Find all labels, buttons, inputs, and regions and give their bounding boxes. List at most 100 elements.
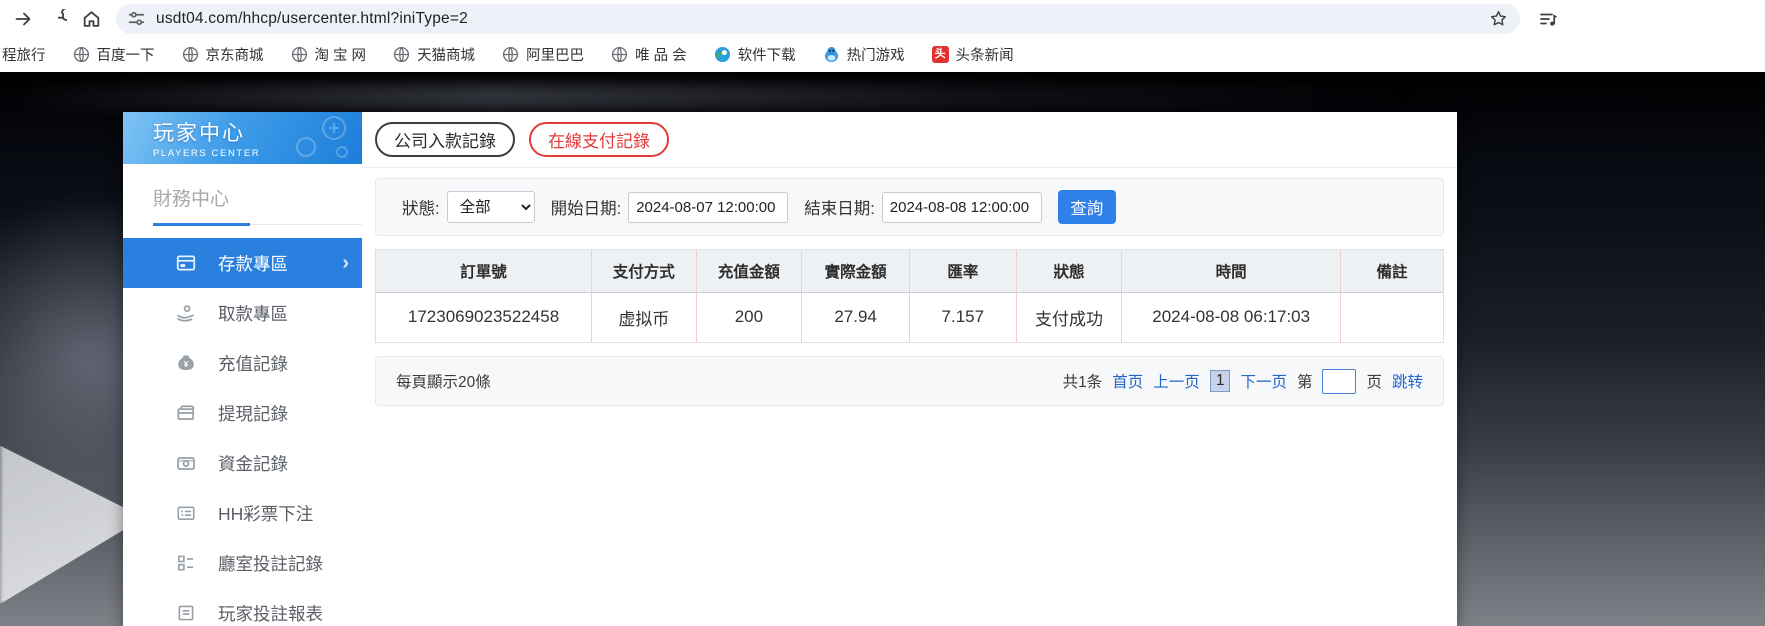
url-bar[interactable]: usdt04.com/hhcp/usercenter.html?iniType=… bbox=[116, 4, 1520, 34]
home-icon[interactable] bbox=[74, 2, 108, 36]
main-panel: 玩家中心 PLAYERS CENTER 財務中心 存款專區 › 取款專區 bbox=[123, 112, 1457, 626]
toutiao-icon: 头 bbox=[932, 46, 949, 63]
withdraw-hand-icon bbox=[175, 302, 197, 324]
cell-status: 支付成功 bbox=[1016, 292, 1122, 342]
bookmark-tmall[interactable]: 天猫商城 bbox=[393, 44, 475, 65]
lottery-list-icon bbox=[175, 502, 197, 524]
bookmark-jd[interactable]: 京东商城 bbox=[182, 44, 264, 65]
bookmark-toutiao[interactable]: 头 头条新闻 bbox=[932, 44, 1014, 65]
tab-company-deposit-record[interactable]: 公司入款記錄 bbox=[375, 122, 515, 157]
jump-link[interactable]: 跳转 bbox=[1392, 370, 1423, 392]
bookmark-ctrip[interactable]: 程旅行 bbox=[2, 44, 46, 65]
cell-actual-amount: 27.94 bbox=[802, 292, 910, 342]
sidebar: 玩家中心 PLAYERS CENTER 財務中心 存款專區 › 取款專區 bbox=[123, 112, 362, 626]
funds-wallet-icon bbox=[175, 452, 197, 474]
sidebar-item-withdraw-zone[interactable]: 取款專區 bbox=[123, 288, 362, 338]
sidebar-item-funds-record[interactable]: 資金記錄 bbox=[123, 438, 362, 488]
sidebar-item-label: 存款專區 bbox=[218, 251, 288, 276]
game-penguin-icon bbox=[823, 46, 840, 63]
table-header-row: 訂單號 支付方式 充值金額 實際金額 匯率 狀態 時間 備註 bbox=[376, 250, 1443, 292]
end-date-input[interactable] bbox=[882, 192, 1042, 223]
record-tabs: 公司入款記錄 在線支付記錄 bbox=[362, 112, 1457, 168]
sidebar-item-player-bet-report[interactable]: 玩家投註報表 bbox=[123, 588, 362, 626]
prev-page-link[interactable]: 上一页 bbox=[1153, 370, 1200, 392]
col-actual-amount: 實際金額 bbox=[802, 250, 910, 292]
bookmark-label: 唯 品 会 bbox=[635, 44, 687, 65]
deposit-card-icon bbox=[175, 252, 197, 274]
hall-grid-icon bbox=[175, 552, 197, 574]
sidebar-item-label: HH彩票下注 bbox=[218, 501, 313, 526]
globe-icon bbox=[73, 46, 90, 63]
forward-icon[interactable] bbox=[6, 2, 40, 36]
cell-remark bbox=[1341, 292, 1443, 342]
page-jump-input[interactable] bbox=[1322, 369, 1356, 394]
sidebar-item-label: 廳室投註記錄 bbox=[218, 551, 323, 576]
sidebar-item-recharge-record[interactable]: ¥ 充值記錄 bbox=[123, 338, 362, 388]
bookmark-label: 京东商城 bbox=[206, 44, 264, 65]
cell-recharge-amount: 200 bbox=[696, 292, 802, 342]
sidebar-item-label: 玩家投註報表 bbox=[218, 601, 323, 626]
per-page-text: 每頁顯示20條 bbox=[396, 370, 491, 392]
bookmark-software[interactable]: 软件下载 bbox=[714, 44, 796, 65]
sidebar-item-hall-bet-record[interactable]: 廳室投註記錄 bbox=[123, 538, 362, 588]
bookmark-label: 热门游戏 bbox=[847, 44, 905, 65]
svg-text:¥: ¥ bbox=[184, 360, 189, 369]
finance-section-title: 財務中心 bbox=[153, 184, 362, 211]
bookmark-baidu[interactable]: 百度一下 bbox=[73, 44, 155, 65]
globe-icon bbox=[502, 46, 519, 63]
globe-icon bbox=[182, 46, 199, 63]
status-select[interactable]: 全部 bbox=[447, 191, 535, 223]
section-underline bbox=[153, 224, 362, 225]
bookmark-label: 程旅行 bbox=[2, 44, 46, 65]
software-download-icon bbox=[714, 46, 731, 63]
col-rate: 匯率 bbox=[909, 250, 1016, 292]
cell-pay-method: 虚拟币 bbox=[592, 292, 697, 342]
bookmark-label: 百度一下 bbox=[97, 44, 155, 65]
filter-bar: 狀態: 全部 開始日期: 結束日期: 查詢 bbox=[375, 178, 1444, 236]
col-order-no: 訂單號 bbox=[376, 250, 592, 292]
search-button[interactable]: 查詢 bbox=[1058, 190, 1116, 224]
globe-icon bbox=[611, 46, 628, 63]
col-remark: 備註 bbox=[1341, 250, 1443, 292]
chevron-right-icon: › bbox=[342, 252, 349, 275]
star-icon[interactable] bbox=[1489, 9, 1508, 28]
end-date-label: 結束日期: bbox=[804, 195, 875, 219]
bookmark-taobao[interactable]: 淘 宝 网 bbox=[291, 44, 367, 65]
sidebar-header: 玩家中心 PLAYERS CENTER bbox=[123, 112, 362, 164]
sidebar-item-deposit-zone[interactable]: 存款專區 › bbox=[123, 238, 362, 288]
tune-icon[interactable] bbox=[128, 10, 145, 27]
media-playlist-icon[interactable] bbox=[1538, 9, 1558, 29]
gamepad-watermark-icon bbox=[276, 114, 354, 164]
next-page-link[interactable]: 下一页 bbox=[1240, 370, 1287, 392]
current-page-indicator: 1 bbox=[1210, 370, 1231, 392]
bookmark-label: 软件下载 bbox=[738, 44, 796, 65]
bookmark-alibaba[interactable]: 阿里巴巴 bbox=[502, 44, 584, 65]
report-doc-icon bbox=[175, 602, 197, 624]
bookmark-vip[interactable]: 唯 品 会 bbox=[611, 44, 687, 65]
wallet-card-icon bbox=[175, 402, 197, 424]
payment-records-table: 訂單號 支付方式 充值金額 實際金額 匯率 狀態 時間 備註 172306902 bbox=[375, 249, 1444, 343]
first-page-link[interactable]: 首页 bbox=[1112, 370, 1143, 392]
cell-order-no: 1723069023522458 bbox=[376, 292, 592, 342]
start-date-input[interactable] bbox=[628, 192, 788, 223]
sidebar-item-label: 取款專區 bbox=[218, 301, 288, 326]
globe-icon bbox=[393, 46, 410, 63]
bookmarks-bar: 程旅行 百度一下 京东商城 淘 宝 网 天猫商城 阿里巴巴 唯 品 会 软件下 bbox=[0, 37, 1765, 72]
sidebar-item-hh-lottery-bet[interactable]: HH彩票下注 bbox=[123, 488, 362, 538]
col-time: 時間 bbox=[1122, 250, 1341, 292]
reload-icon[interactable] bbox=[40, 2, 74, 36]
sidebar-item-label: 資金記錄 bbox=[218, 451, 288, 476]
tab-online-payment-record[interactable]: 在線支付記錄 bbox=[529, 122, 669, 157]
cell-time: 2024-08-08 06:17:03 bbox=[1122, 292, 1341, 342]
start-date-label: 開始日期: bbox=[551, 195, 622, 219]
background-light-band bbox=[0, 84, 1765, 110]
url-text[interactable]: usdt04.com/hhcp/usercenter.html?iniType=… bbox=[156, 10, 468, 28]
bookmark-games[interactable]: 热门游戏 bbox=[823, 44, 905, 65]
bookmark-label: 阿里巴巴 bbox=[526, 44, 584, 65]
sidebar-item-label: 充值記錄 bbox=[218, 351, 288, 376]
status-label: 狀態: bbox=[402, 195, 440, 219]
money-bag-icon: ¥ bbox=[175, 352, 197, 374]
bookmark-label: 淘 宝 网 bbox=[315, 44, 367, 65]
globe-icon bbox=[291, 46, 308, 63]
sidebar-item-withdrawal-record[interactable]: 提現記錄 bbox=[123, 388, 362, 438]
